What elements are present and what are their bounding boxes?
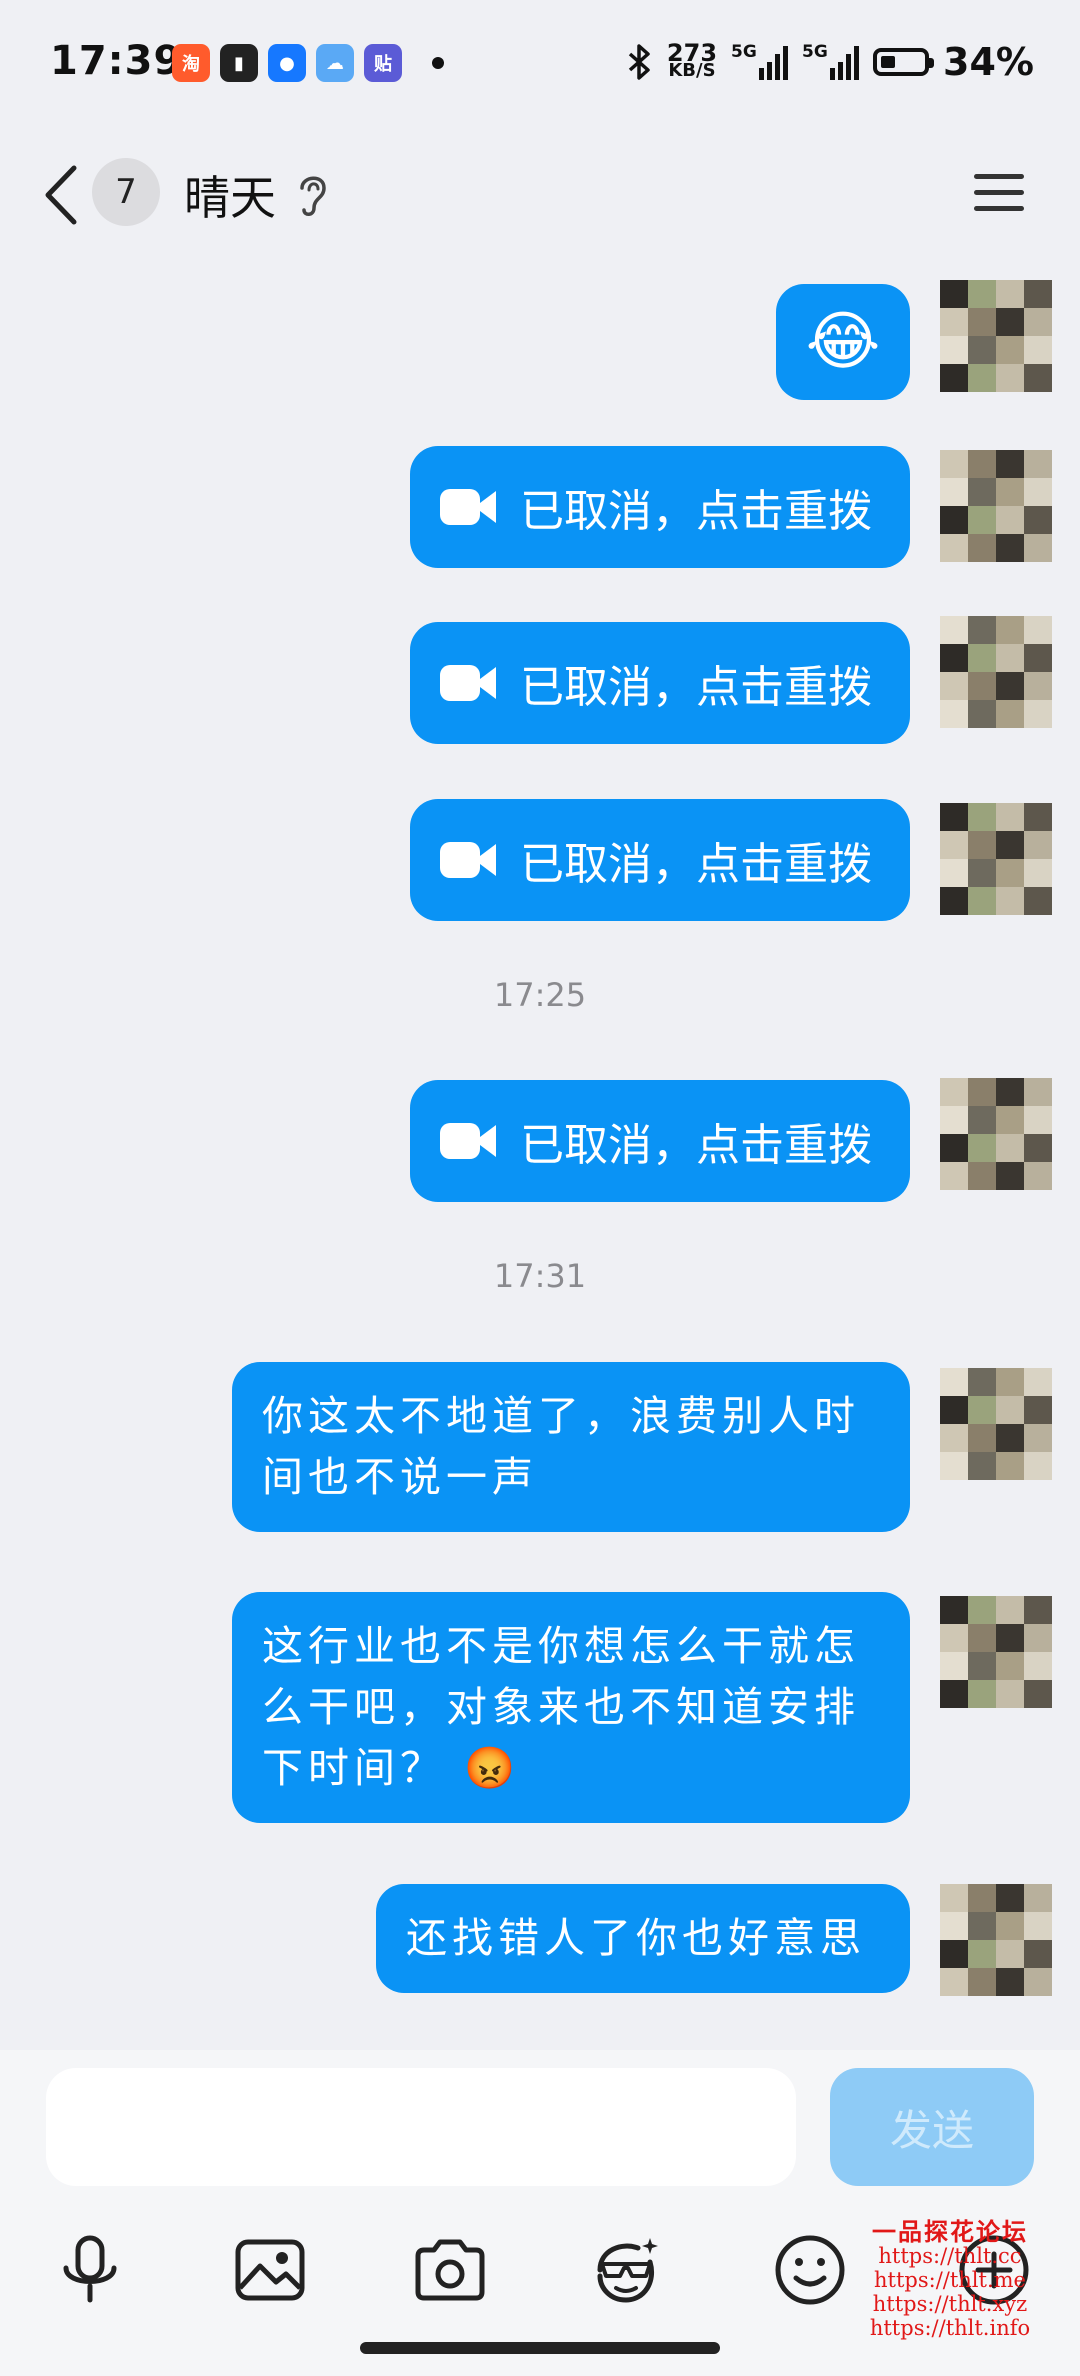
video-call-bubble[interactable]: 已取消，点击重拨 [410,1080,910,1202]
avatar[interactable] [940,616,1052,728]
message-input[interactable] [46,2068,796,2186]
status-time: 17:39 [50,38,183,84]
smiley-icon[interactable] [772,2232,848,2308]
watermark-url: https://thlt.me [874,2268,1026,2292]
back-button[interactable] [40,160,84,230]
message-row: 已取消，点击重拨 [0,1078,1080,1210]
menu-icon[interactable] [972,168,1026,218]
avatar[interactable] [940,1884,1052,1996]
text-message-bubble[interactable]: 还找错人了你也好意思 [376,1884,910,1993]
message-row: 😂 [0,272,1080,402]
call-status-text: 已取消，点击重拨 [520,486,872,537]
watermark-url: https://thlt.xyz [872,2292,1028,2316]
battery-percent: 34% [943,40,1034,84]
watermark-url: https://thlt.info [869,2316,1031,2340]
chat-header: 7 晴天 [0,130,1080,260]
avatar[interactable] [940,280,1052,392]
unread-count-badge[interactable]: 7 [92,158,160,226]
timestamp: 17:31 [493,1257,587,1295]
composer: 发送 一品探花论坛 https://thlt.cc https://thlt.m… [0,2050,1080,2376]
bluetooth-icon [628,44,650,80]
message-row: 已取消，点击重拨 [0,799,1080,929]
call-status-text: 已取消，点击重拨 [520,839,872,890]
image-icon[interactable] [232,2232,308,2308]
message-row: 已取消，点击重拨 [0,616,1080,752]
status-bar: 17:39 淘 ▮ ● ☁ 贴 273 KB/S 5G 5G 34% [0,0,1080,130]
home-indicator[interactable] [360,2342,720,2354]
battery-icon [873,48,935,76]
avatar[interactable] [940,803,1052,915]
call-status-text: 已取消，点击重拨 [520,1120,872,1171]
weather-icon: ☁ [316,44,354,82]
video-call-bubble[interactable]: 已取消，点击重拨 [410,622,910,744]
chat-app-icon: ● [268,44,306,82]
text-message-bubble[interactable]: 这行业也不是你想怎么干就怎么干吧，对象来也不知道安排下时间？ 😡 [232,1592,910,1823]
angry-emoji-sticker: 😡 [464,1744,521,1792]
status-indicators: 273 KB/S 5G 5G 34% [627,40,1034,84]
call-status-text: 已取消，点击重拨 [520,662,872,713]
more-notifications-dot [432,57,444,69]
avatar[interactable] [940,1368,1052,1480]
avatar[interactable] [940,1078,1052,1190]
network-speed: 273 KB/S [666,39,718,81]
ear-icon[interactable] [296,170,330,220]
signal-sim2-icon: 5G [802,42,860,80]
contact-name[interactable]: 晴天 [184,162,276,228]
cool-emoji-icon[interactable] [588,2232,664,2308]
video-camera-icon [440,842,496,878]
video-camera-icon [440,489,496,525]
message-list[interactable]: 😂 已取消，点击重拨 已取消，点击重拨 已取消，点击重拨 17:25 已取消，点… [0,262,1080,2048]
text-message-bubble[interactable]: 你这太不地道了，浪费别人时间也不说一声 [232,1362,910,1532]
video-camera-icon [440,665,496,701]
watermark-title: 一品探花论坛 [872,2217,1028,2246]
watermark-url: https://thlt.cc [878,2244,1022,2268]
signal-sim1-icon: 5G [731,42,789,80]
message-text: 还找错人了你也好意思 [406,1914,866,1962]
timestamp: 17:25 [493,976,587,1014]
avatar[interactable] [940,1596,1052,1708]
emoji-message-bubble[interactable]: 😂 [776,284,910,400]
video-camera-icon [440,1123,496,1159]
message-text: 这行业也不是你想怎么干就怎么干吧，对象来也不知道安排下时间？ [262,1622,860,1792]
video-call-bubble[interactable]: 已取消，点击重拨 [410,799,910,921]
message-row: 这行业也不是你想怎么干就怎么干吧，对象来也不知道安排下时间？ 😡 [0,1592,1080,1832]
send-button[interactable]: 发送 [830,2068,1034,2186]
watermark: 一品探花论坛 https://thlt.cc https://thlt.me h… [850,2217,1050,2341]
message-row: 已取消，点击重拨 [0,446,1080,576]
tieba-icon: 贴 [364,44,402,82]
video-call-bubble[interactable]: 已取消，点击重拨 [410,446,910,568]
camera-icon[interactable] [412,2232,488,2308]
app-notification-icon: ▮ [220,44,258,82]
message-row: 你这太不地道了，浪费别人时间也不说一声 [0,1362,1080,1542]
message-text: 你这太不地道了，浪费别人时间也不说一声 [262,1392,860,1501]
mic-icon[interactable] [52,2232,128,2308]
taobao-icon: 淘 [172,44,210,82]
notification-icons: 淘 ▮ ● ☁ 贴 [172,44,444,82]
message-row: 还找错人了你也好意思 [0,1884,1080,2004]
avatar[interactable] [940,450,1052,562]
